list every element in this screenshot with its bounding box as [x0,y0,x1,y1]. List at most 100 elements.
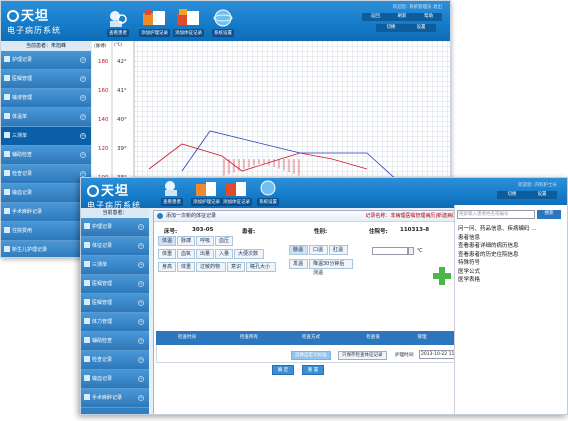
expand-icon[interactable]: + [80,133,86,139]
sidebar-item[interactable]: 体力管理 + [81,313,149,332]
expand-icon[interactable]: + [138,376,144,382]
info-link[interactable]: 查看患者的历史住院信息 [455,251,567,260]
toolbar-view-patient[interactable]: 查看患者 [103,9,133,37]
settings-button[interactable]: 设置 [538,191,547,199]
search-button[interactable]: 搜索 [537,210,561,219]
save-vitals-only-button[interactable]: 只保存检查体征记录 [338,351,387,360]
expand-icon[interactable]: + [138,281,144,287]
sidebar-item[interactable]: 输液管理 + [1,89,91,108]
reset-button[interactable]: 重 置 [302,365,324,375]
help-button[interactable]: 帮助 [424,13,433,21]
info-link[interactable]: 查看患者详细的病历信息 [455,242,567,251]
expand-icon[interactable]: + [138,243,144,249]
vitals-table-header: 检查时间 检查所有 检查方式 检查值 管理 [156,331,458,345]
sidebar-item[interactable]: 检查记录 + [81,351,149,370]
temp-method-option[interactable]: 腋温 [289,245,308,255]
sidebar-item[interactable]: 检查记录 + [1,165,91,184]
vital-tab[interactable]: 瞳孔大小 [246,262,276,272]
toolbar-add-vitals[interactable]: 添加体征记录 [173,9,204,37]
select-custom-standard-button[interactable]: 选择自定义标准 [291,351,331,360]
info-link[interactable]: 医学公式 [455,268,567,277]
record-name: 记录名称：非病理医嘱管理病历|新建病历 [365,213,457,219]
fever-option[interactable]: 发温 [289,259,308,269]
vital-tab[interactable]: 体温 [158,236,176,246]
vital-tab[interactable]: 意识 [227,262,245,272]
switch-button[interactable]: 切换 [387,24,396,32]
toolbar-add-vitals[interactable]: 添加体征记录 [221,180,252,206]
ok-button[interactable]: 确 定 [272,365,294,375]
table-header-cell: 管理 [417,335,427,340]
expand-icon[interactable]: + [80,152,86,158]
info-link[interactable]: 特殊符号 [455,259,567,268]
sidebar-item[interactable]: 护理记录 + [1,51,91,70]
fever-option[interactable]: 降温30分钟后测温 [309,259,353,276]
sidebar-item[interactable]: 体征记录 + [81,237,149,256]
add-plus-icon[interactable] [433,267,451,287]
vital-tab[interactable]: 血压 [215,236,233,246]
toolbar-system-settings[interactable]: 系统设置 [208,9,238,37]
vital-tab[interactable]: 呼吸 [196,236,214,246]
expand-icon[interactable]: + [138,357,144,363]
sidebar-item[interactable]: 辅助检查 + [81,332,149,351]
sidebar-item[interactable]: 医嘱管理 + [81,275,149,294]
toolbar-view-patient[interactable]: 查看患者 [157,180,187,206]
temp-method-option[interactable]: 口温 [309,245,328,255]
temp-tick-label: 39° [117,146,127,152]
temp-tick-label: 40° [117,117,127,123]
sidebar-item[interactable]: 护理记录 + [81,218,149,237]
expand-icon[interactable]: + [138,224,144,230]
temp-method-option[interactable]: 肛温 [329,245,348,255]
sidebar-item[interactable]: 手术麻醉记录+ [81,389,149,408]
refresh-button[interactable]: 刷新 [397,13,406,21]
vital-tab[interactable]: 过敏药物 [196,262,226,272]
expand-icon[interactable]: + [80,76,86,82]
vital-tab[interactable]: 出量 [196,249,214,259]
info-link[interactable]: 医学表格 [455,276,567,285]
sidebar-item[interactable]: 医嘱管理 + [1,70,91,89]
temp-unit: ℃ [417,248,423,254]
vital-tab[interactable]: 脉搏 [177,236,195,246]
table-header-cell: 检查方式 [302,335,320,340]
sidebar-item[interactable]: 输血记录+ [1,184,91,203]
expand-icon[interactable]: + [138,262,144,268]
sidebar-item[interactable]: 三测单 + [1,127,91,146]
back-logo: 天坦 电子病历系统 [7,5,61,36]
switch-button[interactable]: 切换 [508,191,517,199]
expand-icon[interactable]: + [80,57,86,63]
menu-icon [4,170,10,176]
globe-icon [208,9,238,27]
settings-button[interactable]: 设置 [417,24,426,32]
toolbar-add-nursing[interactable]: 添加护理记录 [191,180,222,206]
vital-tab[interactable]: 大便次数 [234,249,264,259]
sidebar-item[interactable]: 住院费用+ [1,222,91,241]
vital-tab[interactable]: 体重 [158,249,176,259]
sidebar-item[interactable]: 医嘱管理 + [81,294,149,313]
info-link[interactable]: 问一问、药品信息、疾病编码 ... [455,225,567,234]
temperature-stepper[interactable] [408,247,414,255]
sidebar-item[interactable]: 输血记录+ [81,370,149,389]
expand-icon[interactable]: + [138,300,144,306]
sidebar-item[interactable]: 手术麻醉记录+ [1,203,91,222]
info-link[interactable]: 患者信息 [455,234,567,243]
vital-tab[interactable]: 入量 [215,249,233,259]
search-input[interactable]: 搜索输入患者姓名或编号 [457,210,535,219]
info-icon [157,213,163,219]
expand-icon[interactable]: + [138,395,144,401]
expand-icon[interactable]: + [138,319,144,325]
nurse-time-label: 护理时间: [395,353,415,358]
vital-tab[interactable]: 血氧 [177,249,195,259]
toolbar-add-nursing[interactable]: 添加护理记录 [139,9,170,37]
expand-icon[interactable]: + [138,338,144,344]
sidebar-item[interactable]: 新生儿护理记录+ [1,241,91,257]
sidebar-item[interactable]: 体温单 + [1,108,91,127]
back-button[interactable]: 返回 [371,13,380,21]
sidebar-item[interactable]: 三测单 + [81,256,149,275]
expand-icon[interactable]: + [80,114,86,120]
sidebar-item-label: 检查记录 [92,357,113,363]
expand-icon[interactable]: + [80,95,86,101]
vital-tab[interactable]: 体重 [177,262,195,272]
vital-tab[interactable]: 身高 [158,262,176,272]
toolbar-system-settings[interactable]: 系统设置 [253,180,283,206]
sidebar-item[interactable]: 辅助检查 + [1,146,91,165]
temperature-input[interactable] [372,247,408,255]
